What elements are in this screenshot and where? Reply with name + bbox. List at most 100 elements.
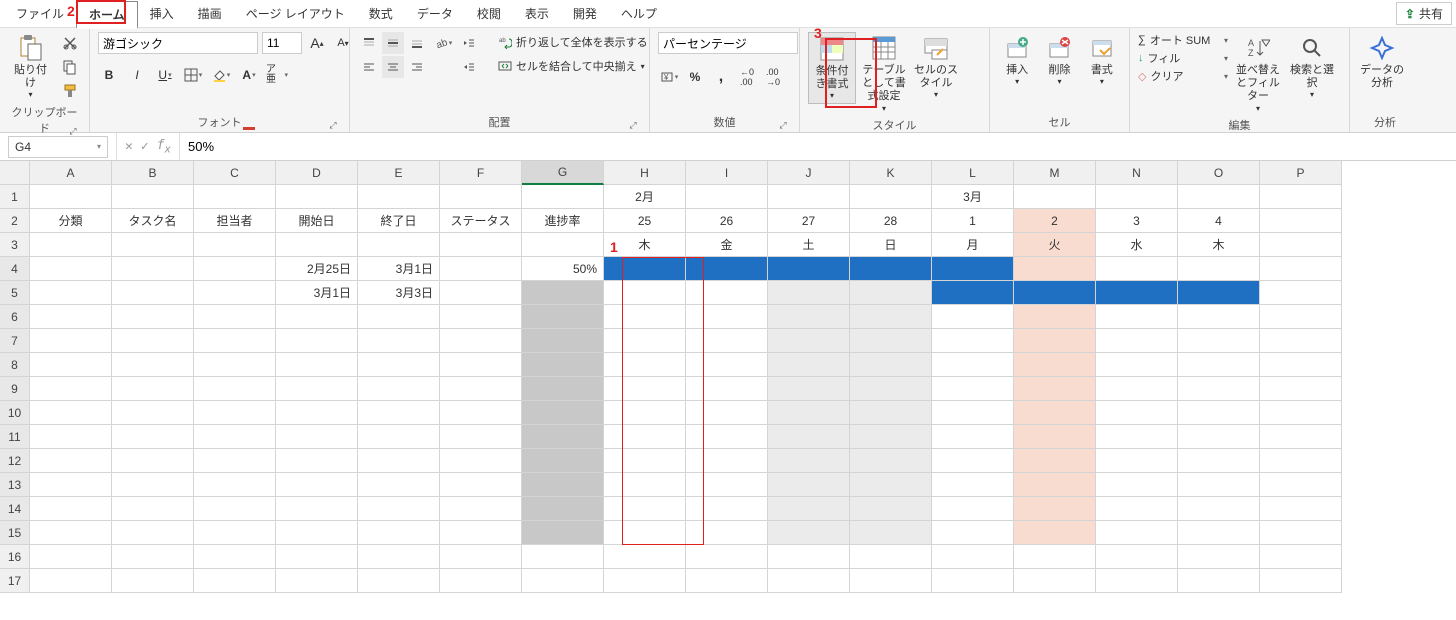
cell-L3[interactable]: 月 [932, 233, 1014, 257]
cell-K11[interactable] [850, 425, 932, 449]
cell-N5[interactable] [1096, 281, 1178, 305]
cell-P8[interactable] [1260, 353, 1342, 377]
cell-P11[interactable] [1260, 425, 1342, 449]
col-header-H[interactable]: H [604, 161, 686, 185]
clipboard-launcher[interactable]: ⤢ [67, 126, 79, 138]
cell-B3[interactable] [112, 233, 194, 257]
font-size-select[interactable] [262, 32, 302, 54]
cell-I9[interactable] [686, 377, 768, 401]
cell-B6[interactable] [112, 305, 194, 329]
cell-I14[interactable] [686, 497, 768, 521]
cell-P16[interactable] [1260, 545, 1342, 569]
cell-O4[interactable] [1178, 257, 1260, 281]
cell-E17[interactable] [358, 569, 440, 593]
cell-O9[interactable] [1178, 377, 1260, 401]
cell-I8[interactable] [686, 353, 768, 377]
cell-E8[interactable] [358, 353, 440, 377]
cell-N3[interactable]: 水 [1096, 233, 1178, 257]
col-header-M[interactable]: M [1014, 161, 1096, 185]
row-header-4[interactable]: 4 [0, 257, 30, 281]
cell-H16[interactable] [604, 545, 686, 569]
cell-C2[interactable]: 担当者 [194, 209, 276, 233]
font-launcher[interactable]: ⤢ [327, 120, 339, 132]
cell-P6[interactable] [1260, 305, 1342, 329]
cell-B7[interactable] [112, 329, 194, 353]
cell-N7[interactable] [1096, 329, 1178, 353]
col-header-P[interactable]: P [1260, 161, 1342, 185]
col-header-F[interactable]: F [440, 161, 522, 185]
cell-C15[interactable] [194, 521, 276, 545]
cell-B17[interactable] [112, 569, 194, 593]
cell-G11[interactable] [522, 425, 604, 449]
cell-J14[interactable] [768, 497, 850, 521]
cell-L5[interactable] [932, 281, 1014, 305]
cell-L16[interactable] [932, 545, 1014, 569]
row-header-7[interactable]: 7 [0, 329, 30, 353]
cell-H4[interactable] [604, 257, 686, 281]
cell-E12[interactable] [358, 449, 440, 473]
insert-cells-button[interactable]: 挿入▾ [998, 32, 1036, 89]
alignment-launcher[interactable]: ⤢ [627, 120, 639, 132]
cell-K3[interactable]: 日 [850, 233, 932, 257]
cell-D3[interactable] [276, 233, 358, 257]
cell-G10[interactable] [522, 401, 604, 425]
align-middle-button[interactable] [382, 32, 404, 54]
border-button[interactable] [182, 64, 204, 86]
cell-F8[interactable] [440, 353, 522, 377]
cell-O14[interactable] [1178, 497, 1260, 521]
select-all-corner[interactable] [0, 161, 30, 185]
cell-M8[interactable] [1014, 353, 1096, 377]
cell-F5[interactable] [440, 281, 522, 305]
cell-D17[interactable] [276, 569, 358, 593]
cell-I15[interactable] [686, 521, 768, 545]
cell-C8[interactable] [194, 353, 276, 377]
cell-H7[interactable] [604, 329, 686, 353]
cell-K10[interactable] [850, 401, 932, 425]
cell-M14[interactable] [1014, 497, 1096, 521]
cell-J17[interactable] [768, 569, 850, 593]
cell-I16[interactable] [686, 545, 768, 569]
cell-O2[interactable]: 4 [1178, 209, 1260, 233]
cell-L2[interactable]: 1 [932, 209, 1014, 233]
cell-I17[interactable] [686, 569, 768, 593]
cell-P1[interactable] [1260, 185, 1342, 209]
cell-J16[interactable] [768, 545, 850, 569]
cell-D2[interactable]: 開始日 [276, 209, 358, 233]
cell-B8[interactable] [112, 353, 194, 377]
tab-help[interactable]: ヘルプ [609, 1, 669, 26]
font-family-select[interactable] [98, 32, 258, 54]
cell-I2[interactable]: 26 [686, 209, 768, 233]
cut-button[interactable] [59, 32, 81, 54]
cell-M13[interactable] [1014, 473, 1096, 497]
cell-I5[interactable] [686, 281, 768, 305]
cell-N8[interactable] [1096, 353, 1178, 377]
cell-D16[interactable] [276, 545, 358, 569]
cell-O7[interactable] [1178, 329, 1260, 353]
cell-B4[interactable] [112, 257, 194, 281]
row-header-2[interactable]: 2 [0, 209, 30, 233]
cell-G7[interactable] [522, 329, 604, 353]
cell-O3[interactable]: 木 [1178, 233, 1260, 257]
align-right-button[interactable] [406, 56, 428, 78]
cell-A1[interactable] [30, 185, 112, 209]
cell-I3[interactable]: 金 [686, 233, 768, 257]
cell-M5[interactable] [1014, 281, 1096, 305]
fill-color-button[interactable] [210, 64, 232, 86]
cell-D14[interactable] [276, 497, 358, 521]
cell-B11[interactable] [112, 425, 194, 449]
cell-D8[interactable] [276, 353, 358, 377]
row-header-8[interactable]: 8 [0, 353, 30, 377]
cell-P3[interactable] [1260, 233, 1342, 257]
cell-I10[interactable] [686, 401, 768, 425]
align-bottom-button[interactable] [406, 32, 428, 54]
cell-I4[interactable] [686, 257, 768, 281]
cell-O5[interactable] [1178, 281, 1260, 305]
cell-M17[interactable] [1014, 569, 1096, 593]
cell-G12[interactable] [522, 449, 604, 473]
cell-P13[interactable] [1260, 473, 1342, 497]
cell-J12[interactable] [768, 449, 850, 473]
font-color-button[interactable]: A [238, 64, 260, 86]
cell-J8[interactable] [768, 353, 850, 377]
cell-M12[interactable] [1014, 449, 1096, 473]
cell-D13[interactable] [276, 473, 358, 497]
